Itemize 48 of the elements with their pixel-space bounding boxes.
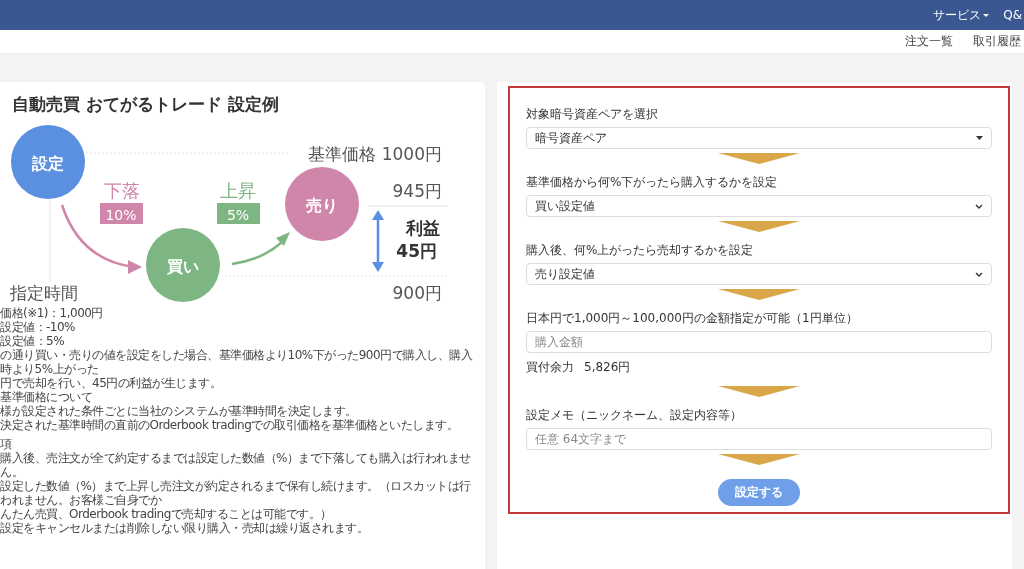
select-field[interactable]: 買い設定値 (526, 195, 992, 217)
balance-value: 5,826円 (584, 359, 631, 376)
note-line: 設定値：-10% (0, 320, 75, 334)
up-arrow (231, 232, 290, 266)
time-label: 指定時間 (10, 283, 78, 303)
sell-circle: 売り (285, 167, 359, 241)
select-field[interactable]: 暗号資産ペア (526, 127, 992, 149)
input-field[interactable]: 任意 64文字まで (526, 428, 992, 450)
field-label: 設定メモ（ニックネーム、設定内容等） (526, 407, 742, 424)
note-line: の通り買い・売りの値を設定をした場合、基準価格より10%下がった900円で購入し、購入時より5%上がった (0, 348, 474, 376)
note-line: んたん売買、Orderbook tradingで売却することは可能です。） (0, 507, 332, 521)
profit-label: 利益 (406, 218, 440, 238)
double-arrow (372, 210, 384, 272)
field-label: 購入後、何%上がったら売却するかを設定 (526, 242, 754, 259)
nav-link[interactable]: サービス (933, 6, 990, 24)
rise-label: 上昇 (220, 180, 256, 201)
drop-label: 下落 (104, 180, 140, 201)
buy-circle: 買い (146, 228, 220, 302)
input-field[interactable]: 購入金額 (526, 331, 992, 353)
diagram-title: 自動売買 おてがるトレード 設定例 (12, 94, 279, 114)
select-field[interactable]: 売り設定値 (526, 263, 992, 285)
nav-link[interactable]: Q& (1003, 6, 1022, 24)
field-label: 対象暗号資産ペアを選択 (526, 106, 658, 123)
subnav-link[interactable]: 取引履歴 (973, 33, 1021, 50)
caret-icon (976, 136, 983, 140)
field-label: 基準価格から何%下がったら購入するかを設定 (526, 174, 778, 191)
drop-tag: 10% (100, 203, 143, 224)
note-line: 決定された基準時間の直前のOrderbook tradingでの取引価格を基準価格といたします。 (0, 418, 459, 432)
chevron-icon (975, 271, 983, 277)
rise-tag: 5% (217, 203, 260, 224)
chevron-icon (975, 203, 983, 209)
note-line: 項 (0, 437, 12, 451)
balance-label: 買付余力 (526, 359, 574, 376)
note-line: 価格(※1)：1,000円 (0, 306, 103, 320)
note-line: 基準価格について (0, 390, 92, 404)
setting-circle: 設定 (11, 125, 85, 199)
note-line: 円で売却を行い、45円の利益が生じます。 (0, 376, 222, 390)
base-price: 基準価格 1000円 (308, 144, 442, 164)
profit-value: 45円 (396, 241, 437, 261)
field-label: 日本円で1,000円～100,000円の金額指定が可能（1円単位） (526, 310, 858, 327)
subnav-link[interactable]: 注文一覧 (905, 33, 953, 50)
note-line: 様が設定された条件ごとに当社のシステムが基準時間を決定します。 (0, 404, 357, 418)
note-line: 設定をキャンセルまたは削除しない限り購入・売却は繰り返されます。 (0, 521, 368, 535)
sell-price: 945円 (392, 181, 442, 201)
note-line: 設定値：5% (0, 334, 65, 348)
buy-price: 900円 (392, 283, 442, 303)
note-line: 購入後、売注文が全て約定するまでは設定した数値（%）まで下落しても購入は行われません。 (0, 451, 472, 479)
note-line: 設定した数値（%）まで上昇し売注文が約定されるまで保有し続けます。（ロスカットは行われません。お客様ご自身でか (0, 479, 472, 507)
